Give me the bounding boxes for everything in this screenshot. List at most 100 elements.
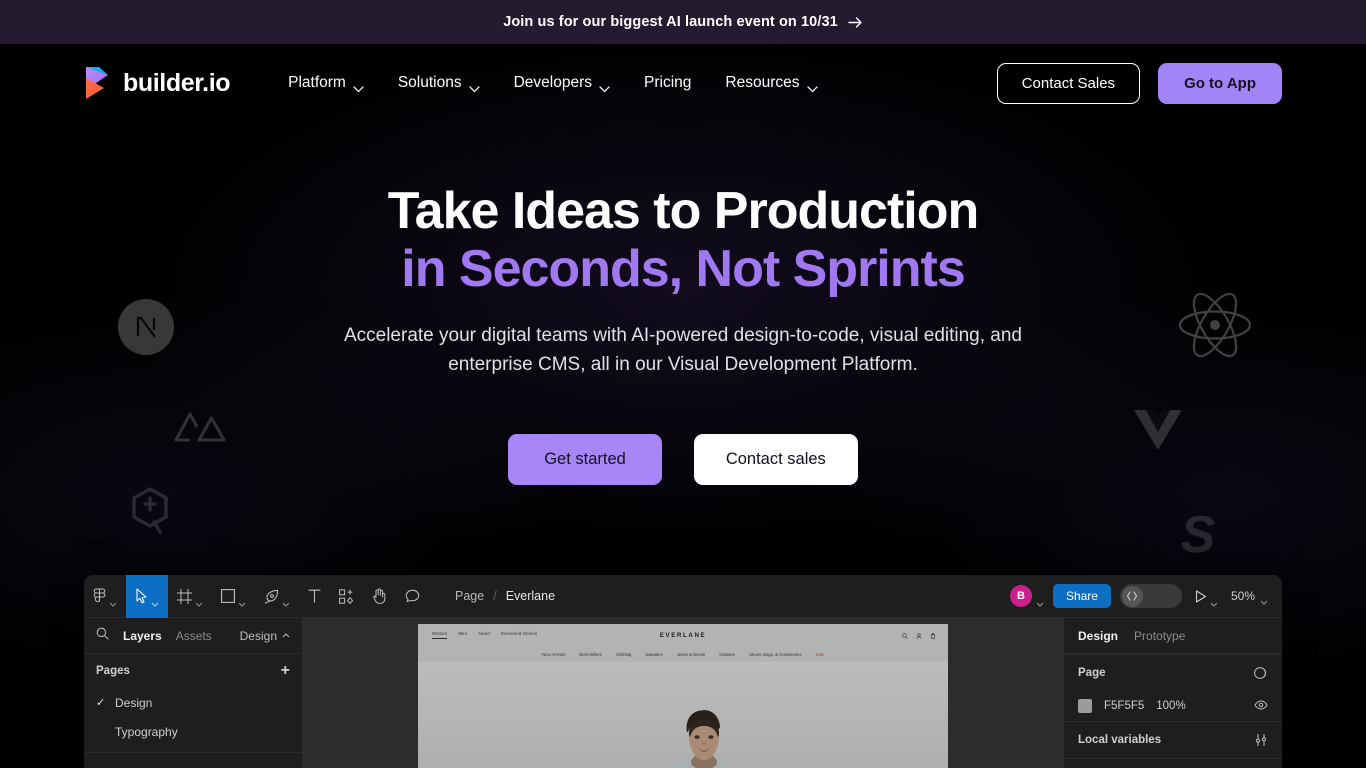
search-icon[interactable] xyxy=(96,627,109,645)
layer-item-everlane-homepage[interactable]: Everlane-homepage xyxy=(84,761,302,768)
chevron-down-icon xyxy=(1260,594,1268,605)
header-actions: Contact Sales Go to App xyxy=(996,62,1282,104)
everlane-nav-everworld-stories[interactable]: Everworld Stories xyxy=(501,631,537,639)
move-cursor-icon[interactable] xyxy=(126,575,168,618)
chevron-down-icon xyxy=(151,594,159,607)
nav-item-resources[interactable]: Resources xyxy=(725,66,851,100)
tab-assets[interactable]: Assets xyxy=(176,629,212,643)
code-view-toggle[interactable] xyxy=(1119,584,1182,608)
page-label: Typography xyxy=(115,724,178,739)
page-color-hex[interactable]: F5F5F5 xyxy=(1104,700,1144,712)
avatar: B xyxy=(1009,585,1032,607)
everlane-subnav-jeans-denim[interactable]: Jeans & Denim xyxy=(677,652,705,657)
code-brackets-icon xyxy=(1121,585,1143,607)
page-color-row[interactable]: F5F5F5 100% xyxy=(1064,691,1282,721)
breadcrumb-separator: / xyxy=(493,589,497,603)
local-variables-section[interactable]: Local variables xyxy=(1064,722,1282,758)
everlane-subnav-sweaters[interactable]: Sweaters xyxy=(645,652,662,657)
play-present-icon[interactable] xyxy=(1191,575,1222,618)
everlane-subnav-new-arrivals[interactable]: New Arrivals xyxy=(542,652,565,657)
tab-prototype[interactable]: Prototype xyxy=(1134,629,1185,643)
page-section-header: Page xyxy=(1064,655,1282,691)
chevron-down-icon xyxy=(1036,594,1044,607)
everlane-subnav-best-sellers[interactable]: Best-Sellers xyxy=(579,652,602,657)
everlane-nav-women[interactable]: Women xyxy=(432,631,448,639)
frame-icon[interactable] xyxy=(168,575,212,618)
svelte-logo: S xyxy=(1172,506,1224,562)
everlane-nav-about[interactable]: About xyxy=(478,631,490,639)
hero-title-line2: in Seconds, Not Sprints xyxy=(401,240,965,299)
figma-menu-icon[interactable] xyxy=(84,575,126,618)
hero-section: Take Ideas to Production in Seconds, Not… xyxy=(0,122,1366,486)
everlane-header-icons xyxy=(902,626,936,644)
everlane-primary-nav: Women Men About Everworld Stories xyxy=(432,631,537,639)
toolbar-tools xyxy=(84,575,429,618)
everlane-brand: EVERLANE xyxy=(659,631,707,639)
plus-icon[interactable]: + xyxy=(281,663,290,679)
rectangle-icon[interactable] xyxy=(212,575,255,618)
sliders-icon[interactable] xyxy=(1254,733,1268,747)
get-started-button[interactable]: Get started xyxy=(508,434,662,486)
site-header: builder.io Platform Solutions Developers… xyxy=(0,44,1366,122)
share-button[interactable]: Share xyxy=(1052,584,1111,608)
account-icon[interactable] xyxy=(916,626,922,644)
everlane-subnav-clothing[interactable]: Clothing xyxy=(616,652,631,657)
tab-layers[interactable]: Layers xyxy=(123,629,162,643)
logo[interactable]: builder.io xyxy=(84,66,231,100)
everlane-subnav-sale[interactable]: Sale xyxy=(815,652,823,657)
layers-panel-tabs: Layers Assets Design xyxy=(84,618,302,654)
go-to-app-button[interactable]: Go to App xyxy=(1158,62,1282,104)
announcement-bar[interactable]: Join us for our biggest AI launch event … xyxy=(0,0,1366,44)
hero-title-line1: Take Ideas to Production xyxy=(387,182,979,240)
style-icon[interactable] xyxy=(1254,666,1268,680)
breadcrumb-root[interactable]: Page xyxy=(455,589,484,603)
comment-icon[interactable] xyxy=(396,575,429,618)
nav-item-developers[interactable]: Developers xyxy=(514,66,644,100)
main-nav: Platform Solutions Developers Pricing Re… xyxy=(288,66,997,100)
local-variables-label: Local variables xyxy=(1078,734,1162,746)
nav-item-platform[interactable]: Platform xyxy=(288,66,398,100)
zoom-level-control[interactable]: 50% xyxy=(1231,589,1268,605)
tab-design[interactable]: Design xyxy=(1078,629,1118,643)
search-icon[interactable] xyxy=(902,626,908,644)
design-mode-switch[interactable]: Design xyxy=(240,629,290,643)
local-styles-section[interactable]: Local styles + xyxy=(1064,759,1282,768)
cart-icon[interactable] xyxy=(930,626,936,644)
breadcrumb-current[interactable]: Everlane xyxy=(506,589,555,603)
contact-sales-button[interactable]: Contact Sales xyxy=(996,62,1141,104)
toolbar-right: B Share 50% xyxy=(1009,575,1274,618)
nav-label: Solutions xyxy=(397,74,462,91)
chevron-down-icon xyxy=(109,594,117,607)
page-item-typography[interactable]: Typography xyxy=(84,717,302,746)
everlane-subnav-outwear[interactable]: Outwear xyxy=(719,652,735,657)
chevron-down-icon xyxy=(353,80,364,92)
hand-icon[interactable] xyxy=(363,575,396,618)
page-item-design[interactable]: ✓ Design xyxy=(84,688,302,717)
everlane-header: Women Men About Everworld Stories EVERLA… xyxy=(418,624,948,646)
pages-label: Pages xyxy=(96,665,130,677)
pen-icon[interactable] xyxy=(255,575,299,618)
site-body: S builder.io Platform Solutions Develope… xyxy=(0,44,1366,768)
nav-label: Developers xyxy=(513,74,593,91)
design-canvas[interactable]: Women Men About Everworld Stories EVERLA… xyxy=(303,618,1063,768)
text-icon[interactable] xyxy=(299,575,330,618)
nav-item-pricing[interactable]: Pricing xyxy=(644,66,725,100)
components-icon[interactable] xyxy=(330,575,363,618)
page-section-label: Page xyxy=(1078,667,1106,679)
everlane-nav-men[interactable]: Men xyxy=(458,631,467,639)
arrow-right-icon xyxy=(848,16,863,29)
everlane-subnav-shoes-bags-accessories[interactable]: Shoes, Bags, & Accessories xyxy=(749,652,801,657)
chevron-down-icon xyxy=(806,80,818,92)
nav-item-solutions[interactable]: Solutions xyxy=(398,66,514,100)
layers-panel: Layers Assets Design Pages + ✓ Design Ty… xyxy=(84,618,303,768)
color-swatch[interactable] xyxy=(1078,699,1092,713)
editor-toolbar: Page / Everlane B Share 50% xyxy=(84,575,1282,618)
chevron-down-icon xyxy=(238,594,246,607)
hero-title: Take Ideas to Production in Seconds, Not… xyxy=(0,182,1366,298)
contact-sales-cta-button[interactable]: Contact sales xyxy=(693,434,858,486)
everlane-homepage-frame[interactable]: Women Men About Everworld Stories EVERLA… xyxy=(418,624,948,768)
check-icon: ✓ xyxy=(96,697,106,709)
page-color-opacity[interactable]: 100% xyxy=(1156,700,1185,712)
eye-icon[interactable] xyxy=(1254,699,1268,713)
avatar-group[interactable]: B xyxy=(1009,585,1044,607)
